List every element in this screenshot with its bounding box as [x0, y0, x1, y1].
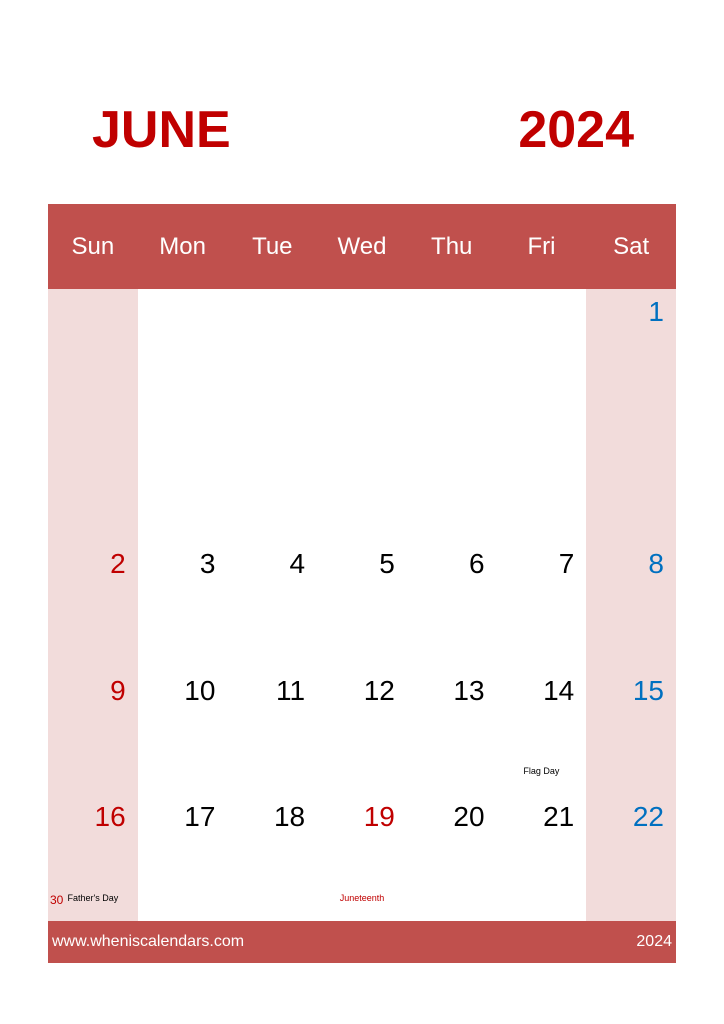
day-cell[interactable]: 22: [586, 668, 676, 832]
day-cell[interactable]: [48, 289, 138, 415]
day-cell[interactable]: 25: [227, 795, 317, 959]
day-cell[interactable]: 4: [227, 415, 317, 579]
day-cell[interactable]: 7: [497, 415, 587, 579]
day-cell[interactable]: 17: [138, 668, 228, 832]
day-cell[interactable]: [407, 289, 497, 415]
website-link[interactable]: www.wheniscalendars.com: [52, 921, 244, 963]
weekday-wed: Wed: [337, 233, 387, 260]
day-cell[interactable]: 27: [407, 795, 497, 959]
weekday-tue: Tue: [252, 233, 293, 260]
holiday-label: Father's Day: [67, 892, 119, 903]
day-cell[interactable]: 15: [586, 542, 676, 706]
holiday-label: Flag Day: [523, 766, 560, 777]
weekday-fri: Fri: [527, 233, 556, 260]
year-title: 2024: [518, 101, 634, 159]
day-cell[interactable]: 6: [407, 415, 497, 579]
day-cell[interactable]: 11: [227, 542, 317, 706]
footer: www.wheniscalendars.com 2024: [48, 921, 676, 963]
day-cell[interactable]: [497, 289, 587, 415]
day-cell[interactable]: 13: [407, 542, 497, 706]
day-cell[interactable]: 12: [317, 542, 407, 706]
day-cell[interactable]: 5: [317, 415, 407, 579]
day-cell[interactable]: [138, 289, 228, 415]
holiday-label: Juneteenth: [339, 892, 385, 903]
day-cell[interactable]: 16: [48, 668, 138, 832]
weekday-mon: Mon: [159, 233, 206, 260]
day-cell[interactable]: 10: [138, 542, 228, 706]
day-cell[interactable]: 3: [138, 415, 228, 579]
day-cell[interactable]: 9: [48, 542, 138, 706]
day-cell[interactable]: 18: [227, 668, 317, 832]
day-cell[interactable]: 24: [138, 795, 228, 959]
day-number: 1: [648, 296, 664, 327]
calendar-grid: 1234567891011121314151617181920212223242…: [48, 289, 676, 959]
weekday-thu: Thu: [431, 233, 473, 260]
day-cell[interactable]: 28: [497, 795, 587, 959]
weekday-sun: Sun: [71, 233, 115, 260]
day-cell[interactable]: 14: [497, 542, 587, 706]
weekday-sat: Sat: [613, 233, 650, 260]
month-title: JUNE: [92, 101, 231, 159]
weekday-header: Sun Mon Tue Wed Thu Fri Sat: [48, 204, 676, 289]
day-cell[interactable]: 20: [407, 668, 497, 832]
day-cell[interactable]: [317, 289, 407, 415]
day-cell[interactable]: 2: [48, 415, 138, 579]
day-cell[interactable]: 19: [317, 668, 407, 832]
day-cell[interactable]: 29: [586, 795, 676, 959]
footer-year: 2024: [636, 933, 672, 950]
day-cell[interactable]: [227, 289, 317, 415]
day-cell[interactable]: 1: [586, 289, 676, 415]
day-cell[interactable]: 8: [586, 415, 676, 579]
overflow-day: 30: [50, 893, 64, 907]
